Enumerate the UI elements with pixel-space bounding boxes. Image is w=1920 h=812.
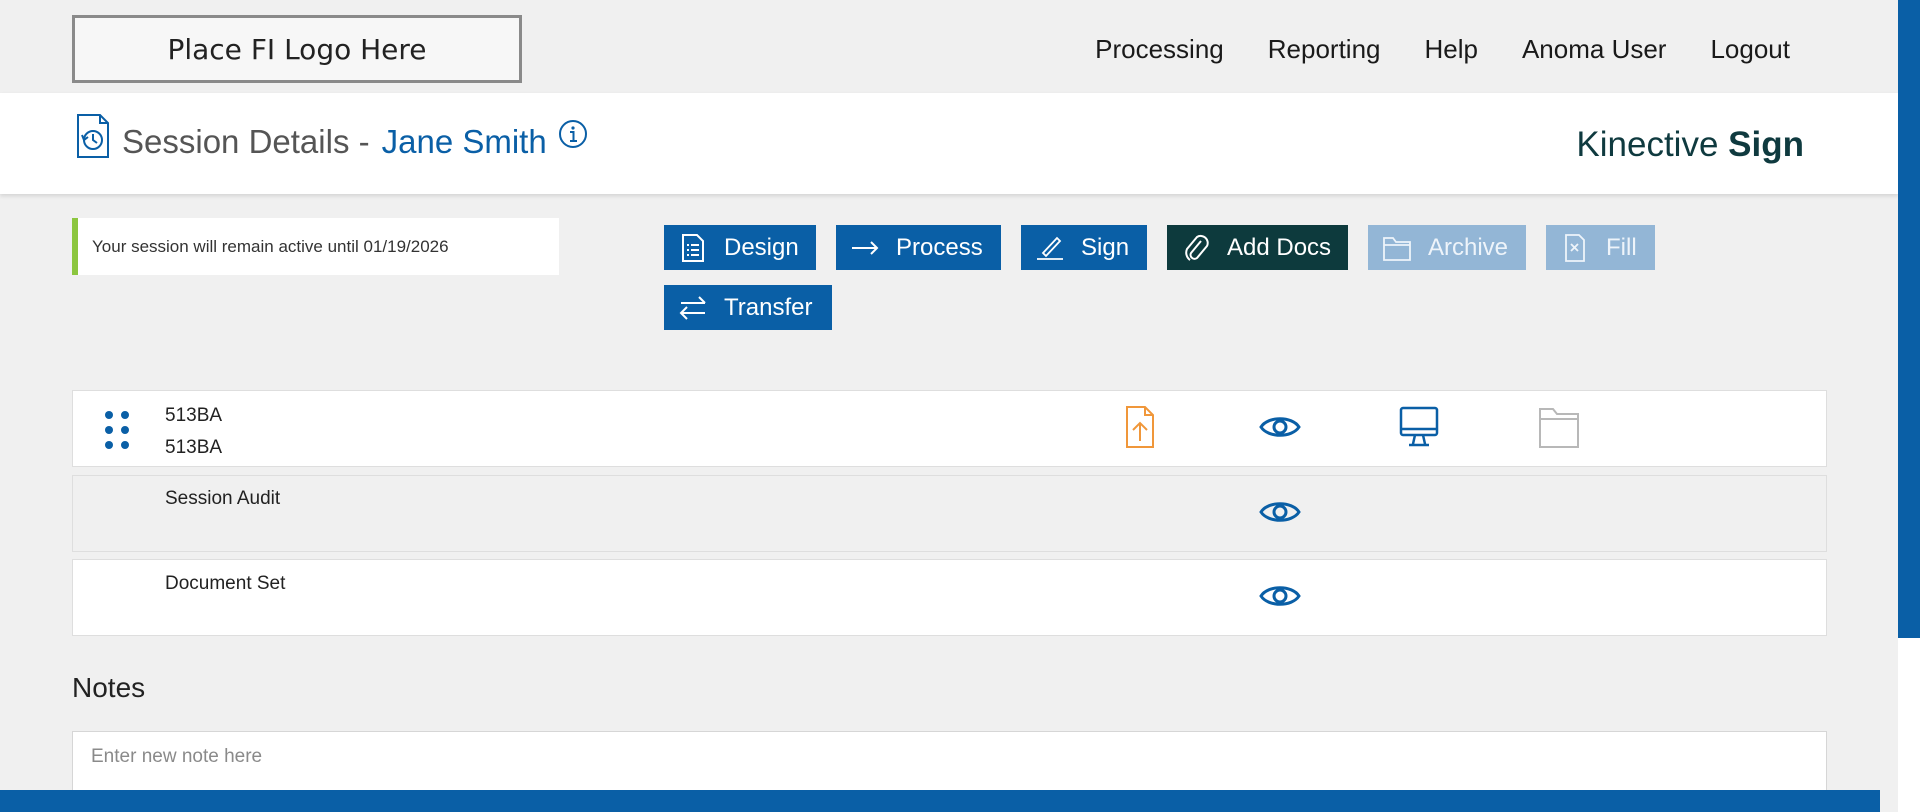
vertical-scrollbar[interactable]: [1898, 0, 1920, 812]
fi-logo-placeholder: Place FI Logo Here: [72, 15, 522, 83]
document-name: Document Set: [165, 573, 286, 594]
nav-help[interactable]: Help: [1424, 34, 1477, 65]
transfer-label: Transfer: [724, 293, 813, 321]
folder-icon: [1383, 236, 1411, 261]
transfer-arrows-icon: [679, 295, 706, 320]
session-header: Session Details - Jane Smith Kinective Si…: [0, 93, 1898, 194]
transfer-button[interactable]: Transfer: [664, 285, 832, 330]
eye-icon[interactable]: [1258, 490, 1302, 534]
add-docs-button[interactable]: Add Docs: [1167, 225, 1348, 270]
page-title: Session Details - Jane Smith: [122, 123, 547, 161]
upload-file-icon[interactable]: [1118, 405, 1162, 449]
drag-handle-icon[interactable]: [101, 409, 133, 451]
process-button[interactable]: Process: [836, 225, 1001, 270]
paperclip-icon: [1185, 234, 1209, 261]
folder-icon[interactable]: [1537, 405, 1581, 449]
document-row: 513BA 513BA: [72, 390, 1827, 467]
main-nav: Processing Reporting Help Anoma User Log…: [1095, 34, 1790, 65]
info-icon[interactable]: [558, 119, 588, 149]
eye-icon[interactable]: [1258, 574, 1302, 618]
notes-heading: Notes: [72, 672, 146, 703]
brand-regular: Kinective: [1576, 125, 1719, 164]
sign-label: Sign: [1081, 233, 1130, 261]
product-brand: Kinective Sign: [1576, 125, 1804, 165]
scrollbar-thumb[interactable]: [1898, 0, 1920, 638]
design-label: Design: [724, 233, 799, 261]
archive-label: Archive: [1428, 233, 1509, 261]
arrow-right-icon: [852, 240, 879, 255]
document-subname: 513BA: [165, 437, 223, 458]
session-history-icon: [77, 114, 109, 158]
process-label: Process: [896, 233, 983, 261]
customer-name: Jane Smith: [381, 123, 547, 160]
document-list-icon: [682, 233, 704, 262]
eye-icon[interactable]: [1258, 405, 1302, 449]
document-row: Session Audit: [72, 475, 1827, 552]
pen-sign-icon: [1037, 236, 1063, 260]
document-name: Session Audit: [165, 488, 281, 509]
document-name: 513BA: [165, 405, 223, 426]
design-button[interactable]: Design: [664, 225, 816, 270]
nav-processing[interactable]: Processing: [1095, 34, 1224, 65]
file-x-icon: [1565, 233, 1585, 262]
session-active-banner: Your session will remain active until 01…: [72, 218, 559, 275]
sign-button[interactable]: Sign: [1021, 225, 1147, 270]
nav-logout[interactable]: Logout: [1710, 34, 1790, 65]
fill-button[interactable]: Fill: [1546, 225, 1655, 270]
add-docs-label: Add Docs: [1227, 233, 1332, 261]
top-nav-bar: Place FI Logo Here Processing Reporting …: [0, 0, 1898, 93]
page-title-prefix: Session Details -: [122, 123, 370, 160]
brand-bold: Sign: [1728, 125, 1804, 164]
nav-reporting[interactable]: Reporting: [1268, 34, 1381, 65]
document-row: Document Set: [72, 559, 1827, 636]
footer-bar: [0, 790, 1880, 812]
monitor-icon[interactable]: [1397, 405, 1441, 449]
archive-button[interactable]: Archive: [1368, 225, 1526, 270]
nav-user-menu[interactable]: Anoma User: [1522, 34, 1667, 65]
fill-label: Fill: [1606, 233, 1637, 261]
